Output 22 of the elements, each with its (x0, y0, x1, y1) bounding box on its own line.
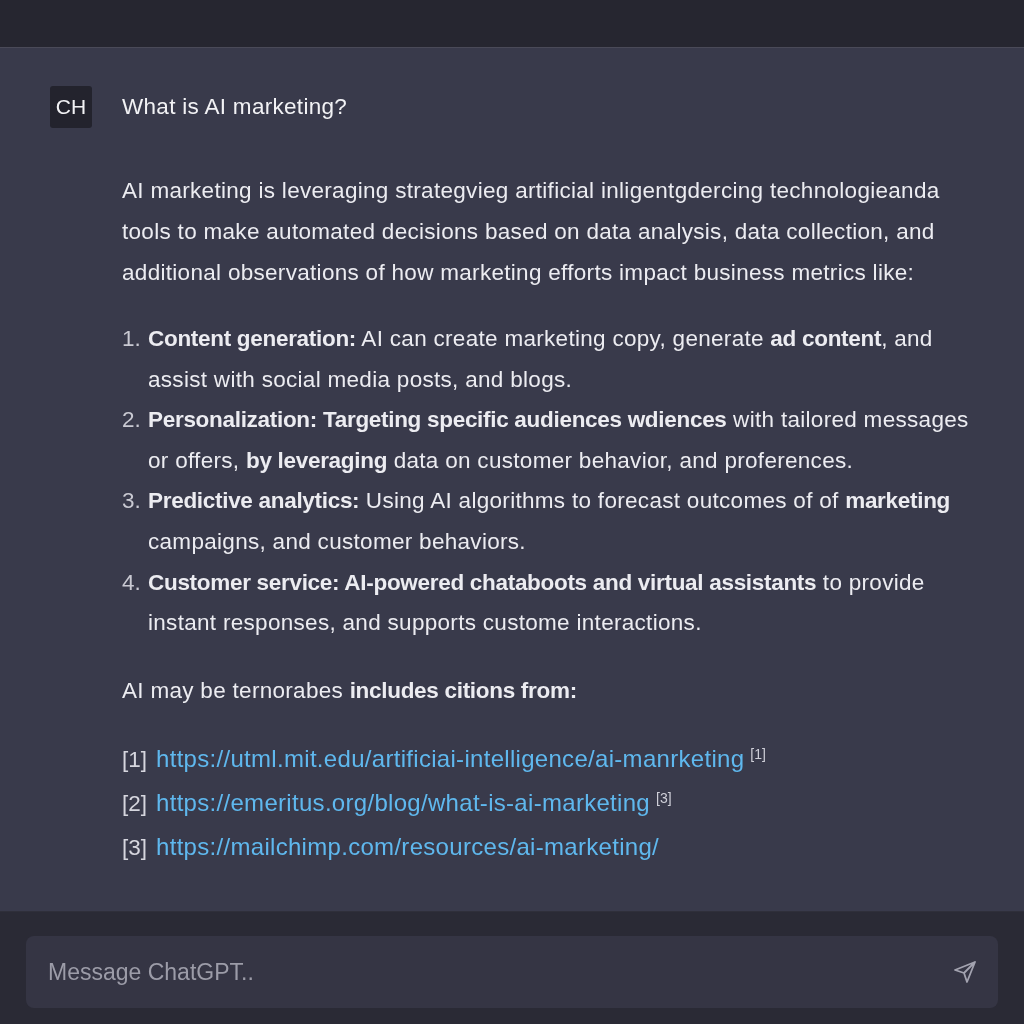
list-number: 1. (122, 325, 142, 353)
message-input[interactable]: Message ChatGPT.. (26, 936, 998, 1008)
citation-intro: AI may be ternorabes includes citions from: (122, 676, 578, 705)
footnote-mark: [3] (656, 790, 672, 805)
citation-link[interactable]: https://mailchimp.com/resources/ai-marketing/ (156, 824, 660, 868)
citation-number: [3] (122, 833, 148, 862)
citation-link[interactable]: https://utml.mit.edu/artificiai-intelligence/ai-manrketing (156, 736, 745, 780)
user-avatar: CH (50, 86, 92, 128)
list-number: 2. (122, 406, 142, 435)
citation-link[interactable]: https://emeritus.org/blog/what-is-ai-marketing (156, 780, 651, 824)
question-text: What is AI marketing? (122, 94, 348, 120)
citation-number: [2] (122, 789, 148, 818)
list-item-text: Personalization: Targeting specific audiences wdiences with tailored messages or offers, by leveraging data on customer behavior, and proferences. (148, 406, 970, 475)
footnote-mark: [1] (750, 746, 766, 761)
answer-paragraph: AI marketing is leveraging strategvieg artificial inligentgdercing technologieanda tools to make automated decisions based on data analysis, data collection, and additional observations of how marketing efforts impact business metrics like: (122, 177, 941, 287)
list-number: 3. (122, 487, 142, 516)
list-item-text: Customer service: AI-powered chataboots and virtual assistants to provide instant responses, and supports custome interactions. (148, 568, 926, 638)
list-item-text: Predictive analytics: Using AI algorithms to forecast outcomes of of marketing campaigns, and customer behaviors. (148, 487, 952, 556)
list-number: 4. (122, 568, 142, 597)
list-item-text: Content generation: AI can create marketing copy, generate ad content, and assist with social media posts, and blogs. (148, 325, 934, 394)
citation-number: [1] (122, 745, 148, 774)
send-icon[interactable] (954, 961, 976, 983)
